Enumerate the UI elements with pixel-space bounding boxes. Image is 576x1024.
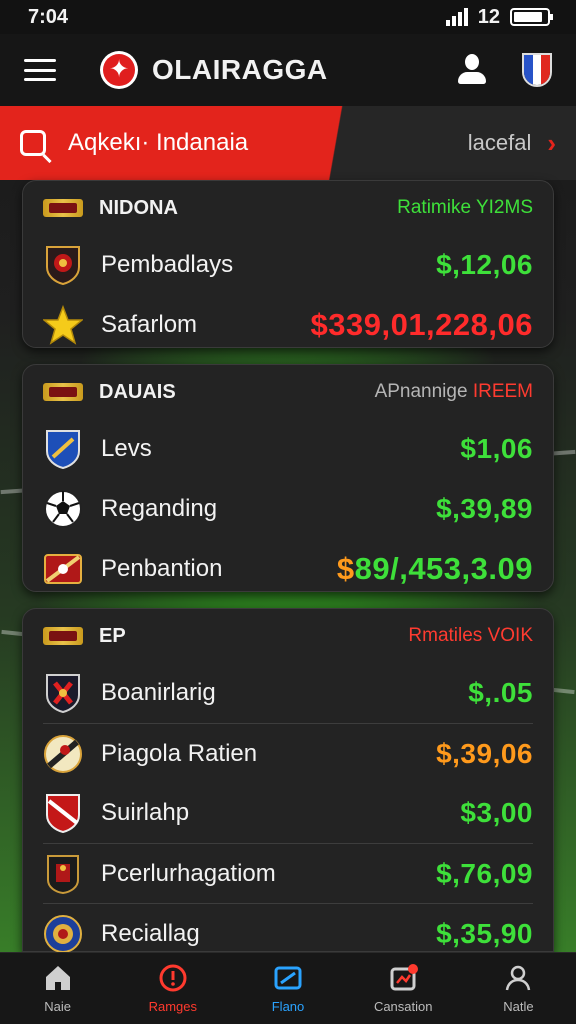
- league-card[interactable]: EP Rmatiles VOIK Boanirlarig $,.05 Piago…: [22, 608, 554, 954]
- nav-label: Naie: [44, 999, 71, 1014]
- league-status-prefix: APnannige: [374, 381, 468, 402]
- club-crest-icon: [43, 245, 83, 285]
- team-name: Reciallag: [101, 919, 200, 947]
- team-name: Safarlom: [101, 311, 198, 338]
- team-row[interactable]: Levs $1,06: [43, 419, 533, 479]
- amount-value: 89/,453,3.09: [354, 551, 533, 586]
- league-status: Rmatiles VOIK: [408, 625, 533, 646]
- bottom-nav: Naie Ramges Flano Cansation Natle: [0, 952, 576, 1024]
- team-name: Piagola Ratien: [101, 739, 258, 767]
- league-name: NIDONA: [99, 196, 178, 219]
- team-row[interactable]: Suirlahp $3,00: [43, 783, 533, 843]
- league-card[interactable]: NIDONA Ratimike YI2MS Pembadlays $,12,06…: [22, 180, 554, 348]
- league-badge-icon: [43, 383, 83, 401]
- striped-ball-icon: [43, 734, 83, 774]
- nav-ranges[interactable]: Ramges: [115, 953, 230, 1024]
- nav-home[interactable]: Naie: [0, 953, 115, 1024]
- team-amount: $,39,89: [436, 493, 533, 524]
- alert-icon: [158, 963, 188, 993]
- nav-label: Ramges: [148, 999, 198, 1014]
- team-name: Boanirlarig: [101, 679, 216, 706]
- team-amount: $,35,90: [436, 917, 533, 949]
- team-row[interactable]: Boanirlarig $,.05: [43, 663, 533, 723]
- app-logo-icon: ✦: [100, 51, 138, 89]
- banner-link[interactable]: lacefal ›: [468, 128, 556, 159]
- team-amount: $,.05: [468, 677, 533, 708]
- team-amount: $89/,453,3.09: [337, 551, 533, 587]
- nav-label: Natle: [503, 999, 534, 1014]
- home-icon: [43, 963, 73, 993]
- status-bar: 7:04 12: [0, 0, 576, 34]
- team-row[interactable]: Penbantion $89/,453,3.09: [43, 539, 533, 599]
- banner-link-label: lacefal: [467, 130, 532, 155]
- team-row[interactable]: Reganding $,39,89: [43, 479, 533, 539]
- flag-icon[interactable]: [522, 53, 552, 87]
- soccer-ball-icon: [43, 489, 83, 529]
- league-name: EP: [99, 624, 126, 647]
- team-name: Suirlahp: [101, 799, 190, 826]
- team-amount: $1,06: [460, 433, 533, 464]
- search-text[interactable]: Aqkekı· Indanaia: [68, 129, 248, 157]
- app-title: OLAIRAGGA: [152, 54, 328, 85]
- team-row[interactable]: Safarlom $339,01,228,06: [43, 295, 533, 355]
- team-amount: $,39,06: [436, 737, 533, 769]
- blue-crest-icon: [43, 914, 83, 954]
- league-badge-icon: [43, 627, 83, 645]
- chevron-right-icon: ›: [547, 127, 556, 158]
- notifications-icon: [388, 963, 419, 993]
- team-name: Penbantion: [101, 555, 223, 582]
- nav-label: Cansation: [373, 999, 433, 1014]
- nav-profile[interactable]: Natle: [461, 953, 576, 1024]
- nav-label: Flano: [271, 999, 305, 1014]
- star-icon: [43, 305, 83, 345]
- battery-text: 12: [477, 5, 500, 28]
- nav-flano[interactable]: Flano: [230, 953, 345, 1024]
- team-name: Pembadlays: [101, 251, 234, 278]
- league-status-suffix: IREEM: [472, 381, 533, 402]
- team-row[interactable]: Pembadlays $,12,06: [43, 235, 533, 295]
- red-shield-icon: [43, 793, 83, 833]
- nav-cansation[interactable]: Cansation: [346, 953, 461, 1024]
- search-banner[interactable]: Aqkekı· Indanaia lacefal ›: [0, 106, 576, 180]
- league-badge-icon: [43, 199, 83, 217]
- team-name: Pcerlurhagatiom: [101, 859, 276, 887]
- team-amount: $,12,06: [436, 249, 533, 280]
- menu-icon[interactable]: [24, 59, 56, 81]
- signal-icon: [445, 8, 468, 26]
- club-crest-icon: [43, 673, 83, 713]
- team-amount: $,76,09: [436, 857, 533, 889]
- league-status: APnannige IREEM: [375, 381, 533, 403]
- league-card[interactable]: DAUAIS APnannige IREEM Levs $1,06 Regand…: [22, 364, 554, 592]
- team-name: Levs: [101, 435, 152, 462]
- team-amount: $339,01,228,06: [310, 307, 533, 342]
- team-row[interactable]: Pcerlurhagatiom $,76,09: [43, 843, 533, 903]
- banner-crest-icon: [43, 549, 83, 589]
- league-status: Ratimike YI2MS: [397, 197, 533, 218]
- search-icon[interactable]: [20, 130, 46, 156]
- team-amount: $3,00: [460, 797, 533, 828]
- shield-crest-icon: [43, 429, 83, 469]
- app-header: ✦ OLAIRAGGA: [0, 34, 576, 106]
- team-name: Reganding: [101, 495, 218, 522]
- clock: 7:04: [28, 5, 69, 28]
- user-icon[interactable]: [456, 54, 488, 86]
- team-row[interactable]: Piagola Ratien $,39,06: [43, 723, 533, 783]
- league-name: DAUAIS: [99, 380, 176, 403]
- ticket-icon: [273, 963, 303, 993]
- dark-crest-icon: [43, 854, 83, 894]
- profile-icon: [503, 963, 533, 993]
- amount-prefix: $: [336, 551, 355, 586]
- battery-icon: [510, 8, 553, 26]
